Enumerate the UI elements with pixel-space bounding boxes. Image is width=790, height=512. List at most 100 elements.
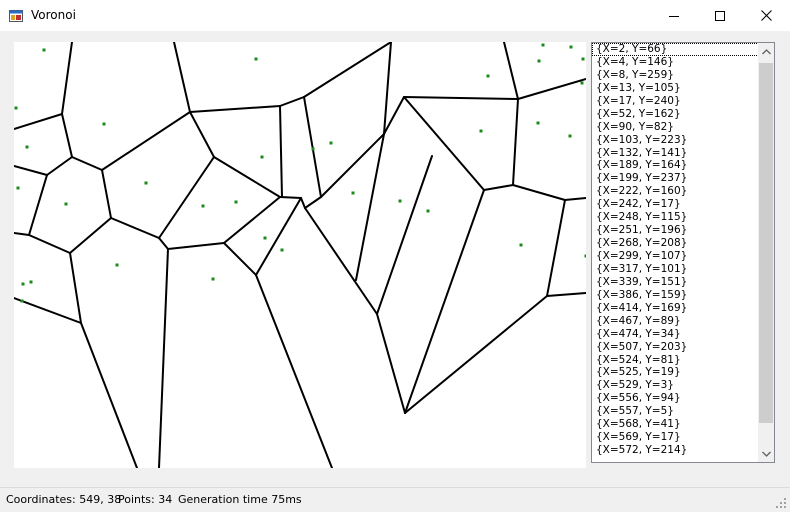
scroll-down-button[interactable] bbox=[758, 445, 774, 462]
voronoi-site bbox=[479, 129, 483, 133]
generation-time-status: Generation time 75ms bbox=[178, 493, 302, 506]
voronoi-edge bbox=[403, 96, 485, 191]
voronoi-canvas[interactable] bbox=[14, 42, 586, 468]
voronoi-edge bbox=[69, 217, 112, 254]
point-list-item[interactable]: {X=414, Y=169} bbox=[592, 302, 759, 315]
voronoi-site bbox=[426, 209, 430, 213]
point-list-item[interactable]: {X=572, Y=214} bbox=[592, 444, 759, 457]
voronoi-edge bbox=[483, 184, 514, 191]
voronoi-edges bbox=[14, 42, 586, 468]
voronoi-site bbox=[537, 59, 541, 63]
point-list-item[interactable]: {X=17, Y=240} bbox=[592, 95, 759, 108]
point-list-item[interactable]: {X=386, Y=159} bbox=[592, 289, 759, 302]
voronoi-site bbox=[25, 145, 29, 149]
point-list-item[interactable]: {X=556, Y=94} bbox=[592, 392, 759, 405]
voronoi-sites bbox=[14, 43, 586, 303]
voronoi-edge bbox=[101, 169, 112, 219]
point-list-item[interactable]: {X=103, Y=223} bbox=[592, 134, 759, 147]
point-list-item[interactable]: {X=251, Y=196} bbox=[592, 224, 759, 237]
voronoi-site bbox=[580, 81, 584, 85]
voronoi-site bbox=[254, 57, 258, 61]
scroll-thumb[interactable] bbox=[759, 63, 773, 423]
coordinates-status: Coordinates: 549, 38 bbox=[6, 493, 122, 506]
voronoi-edge bbox=[80, 322, 138, 468]
voronoi-site bbox=[541, 43, 545, 47]
resize-grip-icon[interactable] bbox=[775, 497, 787, 509]
points-listbox[interactable]: {X=2, Y=66} {X=4, Y=146} {X=8, Y=259} {X=13… bbox=[591, 42, 775, 463]
voronoi-site bbox=[486, 74, 490, 78]
voronoi-diagram bbox=[14, 42, 586, 468]
point-list-item[interactable]: {X=569, Y=17} bbox=[592, 431, 759, 444]
point-list-item[interactable]: {X=507, Y=203} bbox=[592, 341, 759, 354]
voronoi-edge bbox=[189, 111, 215, 158]
voronoi-edge bbox=[28, 174, 48, 236]
voronoi-edge bbox=[279, 105, 283, 198]
voronoi-edge bbox=[173, 42, 191, 113]
point-list-item[interactable]: {X=474, Y=34} bbox=[592, 328, 759, 341]
chevron-down-icon bbox=[761, 451, 771, 457]
minimize-button[interactable] bbox=[651, 0, 697, 31]
point-list-item[interactable]: {X=248, Y=115} bbox=[592, 211, 759, 224]
voronoi-edge bbox=[304, 196, 322, 209]
voronoi-edge bbox=[376, 155, 433, 315]
voronoi-edge bbox=[512, 184, 566, 201]
voronoi-edge bbox=[101, 111, 191, 171]
voronoi-site bbox=[311, 147, 315, 151]
voronoi-site bbox=[144, 181, 148, 185]
point-list-item[interactable]: {X=90, Y=82} bbox=[592, 121, 759, 134]
voronoi-site bbox=[329, 141, 333, 145]
voronoi-site bbox=[351, 191, 355, 195]
voronoi-edge bbox=[300, 197, 306, 209]
voronoi-site bbox=[569, 45, 573, 49]
voronoi-site bbox=[20, 299, 24, 303]
voronoi-edge bbox=[110, 217, 160, 239]
maximize-button[interactable] bbox=[697, 0, 743, 31]
windows-forms-app-icon bbox=[9, 10, 23, 22]
window-title: Voronoi bbox=[31, 8, 76, 22]
point-list-item[interactable]: {X=199, Y=237} bbox=[592, 172, 759, 185]
voronoi-site bbox=[102, 122, 106, 126]
voronoi-edge bbox=[71, 156, 103, 171]
scroll-up-button[interactable] bbox=[758, 43, 774, 60]
point-list-item[interactable]: {X=2, Y=66} bbox=[592, 43, 759, 56]
point-list-item[interactable]: {X=4, Y=146} bbox=[592, 56, 759, 69]
voronoi-site bbox=[14, 106, 18, 110]
voronoi-site bbox=[211, 277, 215, 281]
point-list-item[interactable]: {X=132, Y=141} bbox=[592, 147, 759, 160]
point-list-item[interactable]: {X=557, Y=5} bbox=[592, 405, 759, 418]
point-list-item[interactable]: {X=467, Y=89} bbox=[592, 315, 759, 328]
voronoi-edge bbox=[14, 232, 30, 236]
voronoi-site bbox=[29, 280, 33, 284]
point-list-item[interactable]: {X=524, Y=81} bbox=[592, 354, 759, 367]
point-list-item[interactable]: {X=525, Y=19} bbox=[592, 366, 759, 379]
point-list-item[interactable]: {X=242, Y=17} bbox=[592, 198, 759, 211]
voronoi-site bbox=[263, 236, 267, 240]
point-list-item[interactable]: {X=8, Y=259} bbox=[592, 69, 759, 82]
voronoi-edge bbox=[14, 165, 48, 176]
close-button[interactable] bbox=[743, 0, 789, 31]
point-list-item[interactable]: {X=317, Y=101} bbox=[592, 263, 759, 276]
close-icon bbox=[760, 10, 772, 21]
voronoi-site bbox=[42, 48, 46, 52]
point-list-item[interactable]: {X=13, Y=105} bbox=[592, 82, 759, 95]
voronoi-site bbox=[201, 204, 205, 208]
point-list-item[interactable]: {X=529, Y=3} bbox=[592, 379, 759, 392]
voronoi-edge bbox=[189, 105, 281, 113]
voronoi-edge bbox=[167, 242, 225, 250]
point-list-item[interactable]: {X=299, Y=107} bbox=[592, 250, 759, 263]
point-list-item[interactable]: {X=568, Y=41} bbox=[592, 418, 759, 431]
point-list-item[interactable]: {X=339, Y=151} bbox=[592, 276, 759, 289]
voronoi-edge bbox=[69, 252, 82, 324]
vertical-scrollbar[interactable] bbox=[758, 43, 774, 462]
point-list-item[interactable]: {X=189, Y=164} bbox=[592, 159, 759, 172]
title-bar[interactable]: Voronoi bbox=[0, 0, 790, 31]
point-list-item[interactable]: {X=52, Y=162} bbox=[592, 108, 759, 121]
voronoi-site bbox=[115, 263, 119, 267]
point-list-item[interactable]: {X=222, Y=160} bbox=[592, 185, 759, 198]
voronoi-edge bbox=[279, 196, 302, 199]
voronoi-edge bbox=[158, 237, 169, 250]
points-list: {X=2, Y=66} {X=4, Y=146} {X=8, Y=259} {X=13… bbox=[592, 43, 759, 457]
voronoi-edge bbox=[255, 274, 333, 468]
point-list-item[interactable]: {X=268, Y=208} bbox=[592, 237, 759, 250]
voronoi-site bbox=[260, 155, 264, 159]
